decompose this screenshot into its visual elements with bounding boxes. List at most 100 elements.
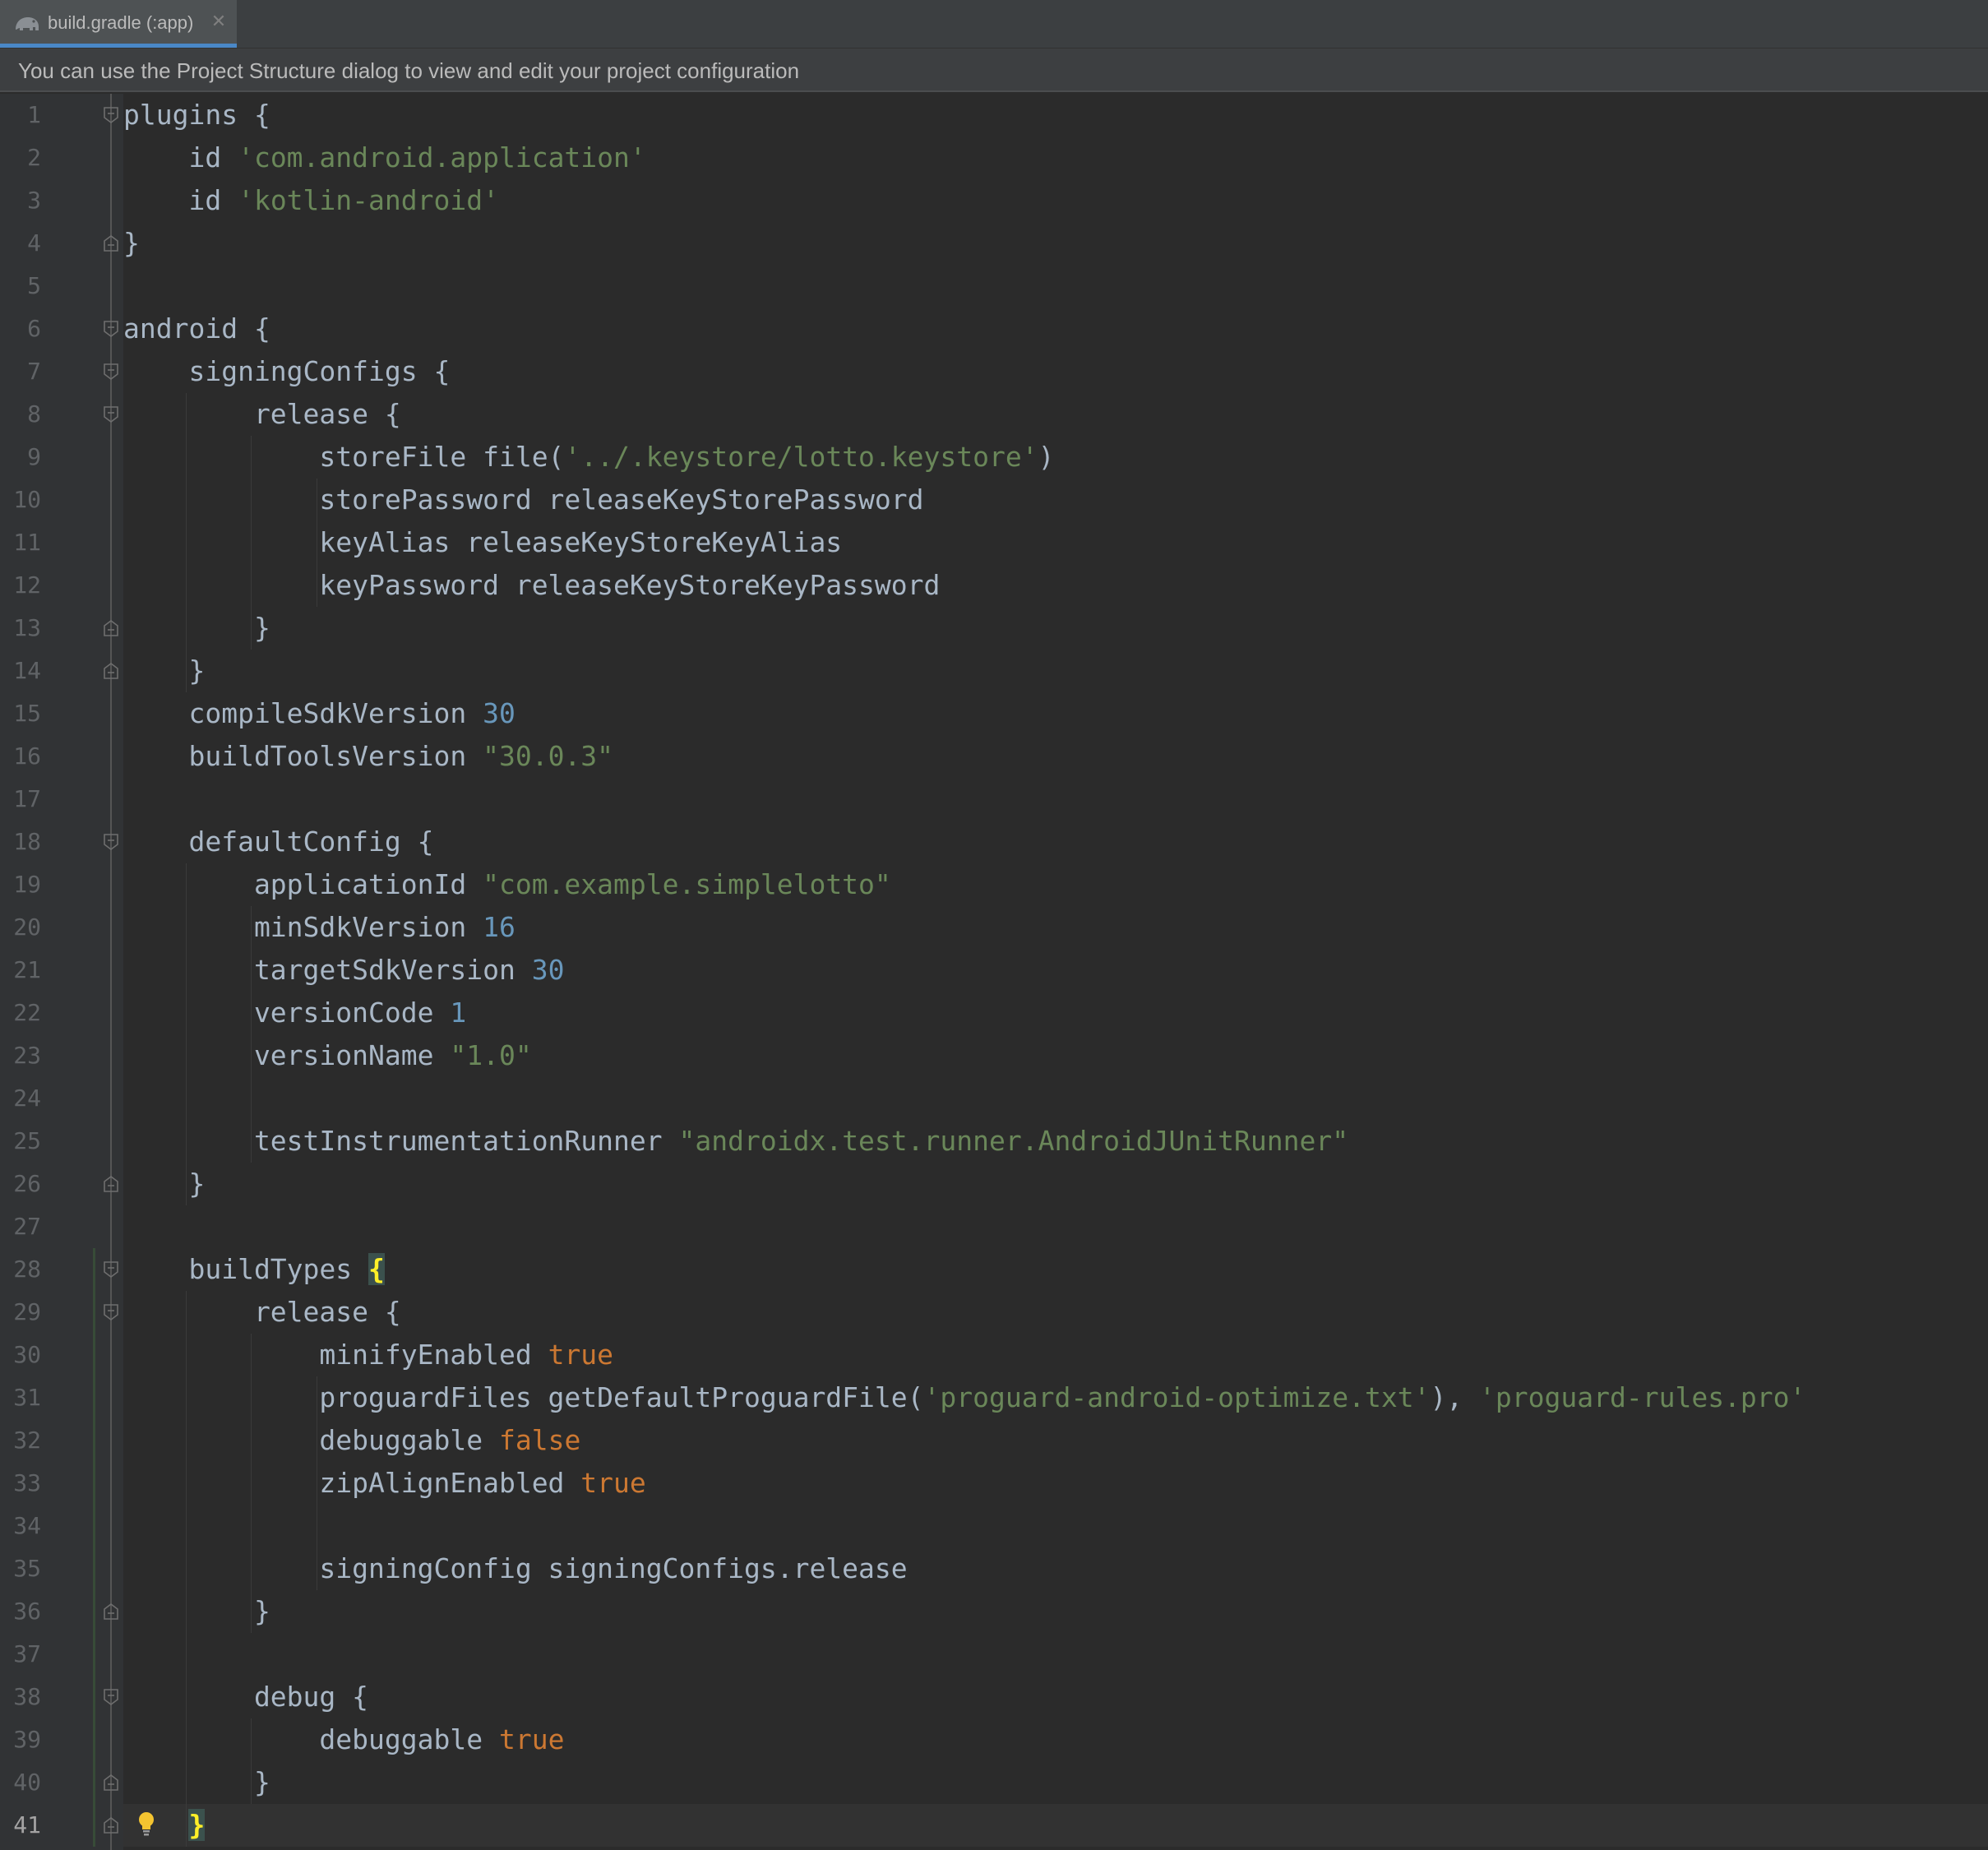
fold-collapse-icon[interactable] (103, 363, 119, 381)
fold-collapse-icon[interactable] (103, 1688, 119, 1706)
code-line[interactable]: zipAlignEnabled true (123, 1462, 645, 1505)
code-token: minifyEnabled (123, 1339, 548, 1371)
line-number: 24 (13, 1085, 41, 1112)
code-token: debug { (123, 1681, 369, 1713)
code-line[interactable]: debug { (123, 1676, 368, 1718)
tab-title: build.gradle (:app) (48, 12, 194, 33)
code-line[interactable]: minifyEnabled true (123, 1334, 613, 1376)
code-line[interactable]: } (123, 1590, 270, 1633)
line-number: 30 (13, 1341, 41, 1368)
lightbulb-icon[interactable] (136, 1811, 156, 1837)
code-token: targetSdkVersion (123, 954, 532, 986)
number-literal: 1 (450, 997, 467, 1029)
fold-collapse-icon[interactable] (103, 320, 119, 338)
code-token: ) (1038, 441, 1055, 473)
keyword: true (498, 1723, 565, 1755)
fold-end-icon[interactable] (103, 1175, 119, 1193)
code-line[interactable]: keyPassword releaseKeyStoreKeyPassword (123, 564, 940, 607)
code-line[interactable]: } (123, 222, 140, 265)
line-number: 28 (13, 1256, 41, 1283)
code-line[interactable]: id 'com.android.application' (123, 136, 645, 179)
line-number: 1 (27, 101, 41, 128)
string-literal: 'proguard-android-optimize.txt' (923, 1381, 1431, 1413)
tab-build-gradle[interactable]: build.gradle (:app) ✕ (0, 0, 237, 48)
code-line[interactable]: storePassword releaseKeyStorePassword (123, 479, 924, 521)
line-number: 5 (27, 272, 41, 299)
line-number: 40 (13, 1769, 41, 1796)
code-line[interactable]: signingConfigs { (123, 350, 450, 393)
code-token: android { (123, 312, 270, 345)
code-token: storeFile file( (123, 441, 565, 473)
code-token: release { (123, 1296, 401, 1328)
fold-end-icon[interactable] (103, 619, 119, 637)
fold-end-icon[interactable] (103, 1816, 119, 1834)
code-line[interactable]: proguardFiles getDefaultProguardFile('pr… (123, 1376, 1805, 1419)
code-line[interactable]: testInstrumentationRunner "androidx.test… (123, 1120, 1348, 1163)
code-line[interactable]: android { (123, 308, 270, 350)
code-line[interactable]: plugins { (123, 94, 270, 136)
vcs-change-marker[interactable] (93, 1248, 95, 1847)
code-line[interactable]: debuggable false (123, 1419, 580, 1462)
code-line[interactable]: release { (123, 1291, 401, 1334)
line-number: 37 (13, 1640, 41, 1667)
code-line[interactable]: signingConfig signingConfigs.release (123, 1547, 907, 1590)
fold-end-icon[interactable] (103, 234, 119, 252)
fold-collapse-icon[interactable] (103, 405, 119, 423)
line-number: 9 (27, 443, 41, 470)
code-line[interactable]: minSdkVersion 16 (123, 906, 515, 949)
code-line[interactable]: } (123, 1761, 270, 1804)
line-number: 31 (13, 1384, 41, 1411)
close-icon[interactable]: ✕ (209, 12, 229, 32)
number-literal: 30 (483, 697, 515, 729)
fold-collapse-icon[interactable] (103, 833, 119, 851)
code-line[interactable]: } (123, 1804, 206, 1847)
code-line[interactable]: id 'kotlin-android' (123, 179, 499, 222)
line-number: 22 (13, 999, 41, 1026)
string-literal: "androidx.test.runner.AndroidJUnitRunner… (678, 1125, 1349, 1157)
code-token: id (123, 184, 238, 216)
code-token: applicationId (123, 868, 483, 900)
string-literal: "com.example.simplelotto" (483, 868, 891, 900)
code-line[interactable]: buildTypes { (123, 1248, 385, 1291)
code-line[interactable]: debuggable true (123, 1718, 564, 1761)
fold-collapse-icon[interactable] (103, 1303, 119, 1321)
code-line[interactable]: storeFile file('../.keystore/lotto.keyst… (123, 436, 1054, 479)
code-token: release { (123, 398, 401, 430)
code-token: } (123, 1595, 270, 1627)
code-line[interactable]: versionName "1.0" (123, 1034, 532, 1077)
line-number: 34 (13, 1512, 41, 1539)
line-number: 10 (13, 486, 41, 513)
fold-collapse-icon[interactable] (103, 106, 119, 124)
line-number: 25 (13, 1127, 41, 1154)
line-number: 13 (13, 614, 41, 641)
code-line[interactable]: } (123, 650, 205, 692)
string-literal: "30.0.3" (483, 740, 614, 772)
line-number: 21 (13, 956, 41, 983)
code-line[interactable]: targetSdkVersion 30 (123, 949, 565, 992)
code-token: id (123, 141, 238, 173)
code-line[interactable]: compileSdkVersion 30 (123, 692, 515, 735)
code-line[interactable]: } (123, 607, 270, 650)
code-line[interactable]: } (123, 1163, 205, 1205)
code-token: } (123, 612, 270, 644)
code-editor[interactable]: 1 plugins {2 id 'com.android.application'… (0, 94, 1988, 1850)
code-line[interactable]: buildToolsVersion "30.0.3" (123, 735, 613, 778)
fold-end-icon[interactable] (103, 1603, 119, 1621)
line-number: 8 (27, 400, 41, 428)
code-line[interactable]: applicationId "com.example.simplelotto" (123, 863, 891, 906)
line-number: 11 (13, 529, 41, 556)
code-line[interactable]: versionCode 1 (123, 992, 466, 1034)
code-line[interactable]: release { (123, 393, 401, 436)
code-line[interactable]: keyAlias releaseKeyStoreKeyAlias (123, 521, 842, 564)
number-literal: 16 (483, 911, 515, 943)
code-token: storePassword releaseKeyStorePassword (123, 483, 924, 516)
fold-end-icon[interactable] (103, 662, 119, 680)
code-token: versionCode (123, 997, 451, 1029)
fold-collapse-icon[interactable] (103, 1260, 119, 1279)
string-literal: "1.0" (450, 1039, 532, 1071)
line-number: 27 (13, 1213, 41, 1240)
code-line[interactable]: defaultConfig { (123, 821, 433, 863)
fold-end-icon[interactable] (103, 1774, 119, 1792)
code-token: plugins { (123, 99, 270, 131)
line-number: 19 (13, 871, 41, 898)
